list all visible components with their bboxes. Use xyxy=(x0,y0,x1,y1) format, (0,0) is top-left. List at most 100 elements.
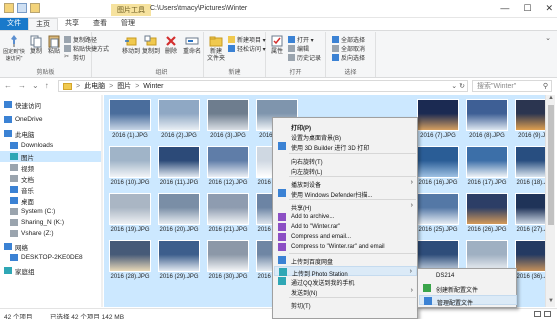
pin-quick-access-button[interactable]: 固定到"快速访问" xyxy=(2,34,26,63)
copy-to-button[interactable]: 复制到 xyxy=(142,34,160,56)
context-menu-item[interactable]: 使用 Windows Defender扫描... xyxy=(274,188,417,199)
maximize-button[interactable]: ☐ xyxy=(523,3,531,14)
copy-button[interactable]: 复制 xyxy=(28,34,44,56)
close-button[interactable]: ✕ xyxy=(545,3,553,14)
file-item[interactable]: 2016 (7).JPG xyxy=(414,97,462,144)
search-input[interactable]: 搜索"Winter" ⚲ xyxy=(472,80,552,92)
context-menu-item[interactable]: DS214 xyxy=(419,271,517,281)
properties-button[interactable]: 属性 xyxy=(268,34,286,56)
context-menu-item[interactable]: 打印(P) xyxy=(274,121,417,132)
ribbon-expand-icon[interactable]: ⌄ xyxy=(545,34,551,42)
folder-icon[interactable] xyxy=(4,3,14,13)
nav-item[interactable]: System (C:) xyxy=(0,206,101,217)
nav-item[interactable]: OneDrive xyxy=(0,114,101,125)
file-item[interactable]: 2016 (3).JPG xyxy=(204,97,252,144)
file-item[interactable]: 2016 (26).JPG xyxy=(463,191,511,238)
open-button[interactable]: 打开 ▾ xyxy=(288,35,314,44)
context-menu-item[interactable]: 向左旋转(L) xyxy=(274,165,417,176)
nav-item[interactable]: Downloads xyxy=(0,140,101,151)
context-menu-item[interactable]: Compress to "Winter.rar" and email xyxy=(274,242,417,252)
forward-button[interactable]: → xyxy=(18,81,26,90)
file-item[interactable]: 2016 (8).JPG xyxy=(463,97,511,144)
new-folder-icon[interactable] xyxy=(30,3,40,13)
file-item[interactable]: 2016 (28).JPG xyxy=(106,238,154,285)
move-to-button[interactable]: 移动到 xyxy=(122,34,140,56)
navigation-pane-scrollbar[interactable] xyxy=(101,95,103,307)
refresh-button[interactable]: ⌄ ↻ xyxy=(451,82,465,90)
breadcrumb-this-pc[interactable]: 此电脑 xyxy=(84,81,105,91)
minimize-button[interactable]: — xyxy=(500,3,509,14)
context-menu-item[interactable]: Add to "Winter.rar" xyxy=(274,222,417,232)
file-item[interactable]: 2016 (16).JPG xyxy=(414,144,462,191)
file-item[interactable]: 2016 (2).JPG xyxy=(155,97,203,144)
context-menu-item[interactable]: 上传到 Photo Station › xyxy=(274,265,417,278)
file-item[interactable]: 2016 (29).JPG xyxy=(155,238,203,285)
delete-button[interactable]: 删除 xyxy=(162,34,180,56)
nav-item[interactable]: 家庭组 xyxy=(0,265,101,276)
nav-item[interactable]: 图片 xyxy=(0,151,101,162)
context-menu-item[interactable]: 通过QQ发送到我的手机 xyxy=(274,276,417,287)
select-none-button[interactable]: 全部取消 xyxy=(332,44,365,53)
file-item[interactable]: 2016 (20).JPG xyxy=(155,191,203,238)
file-item[interactable]: 2016 (25).JPG xyxy=(414,191,462,238)
properties-icon[interactable] xyxy=(17,3,27,13)
context-menu-item[interactable]: 共享(H) › xyxy=(274,201,417,212)
file-item[interactable]: 2016 (1).JPG xyxy=(106,97,154,144)
tab-share[interactable]: 共享 xyxy=(58,18,86,30)
nav-item[interactable]: 快速访问 xyxy=(0,99,101,110)
edit-button[interactable]: 编辑 xyxy=(288,44,309,53)
file-item[interactable]: 2016 (27).JPG xyxy=(512,191,545,238)
file-item[interactable]: 2016 (19).JPG xyxy=(106,191,154,238)
invert-selection-button[interactable]: 反向选择 xyxy=(332,53,365,62)
paste-button[interactable]: 粘贴 xyxy=(46,34,62,56)
content-scrollbar[interactable]: ▲ ▼ xyxy=(545,95,555,307)
context-menu-item[interactable]: 上传到百度网盘 xyxy=(274,255,417,266)
context-menu-item[interactable]: 使用 3D Builder 进行 3D 打印 xyxy=(274,141,417,152)
breadcrumb-winter[interactable]: Winter xyxy=(143,83,163,90)
scroll-down-arrow[interactable]: ▼ xyxy=(546,298,556,307)
context-menu-item[interactable]: 管理配置文件 xyxy=(419,295,517,307)
new-item-button[interactable]: 新建项目 ▾ xyxy=(228,35,266,44)
nav-item[interactable]: 文档 xyxy=(0,173,101,184)
tab-file[interactable]: 文件 xyxy=(0,18,28,30)
nav-item[interactable]: 桌面 xyxy=(0,195,101,206)
large-icons-view-button[interactable] xyxy=(544,311,551,317)
nav-item[interactable]: Sharing_N (K:) xyxy=(0,217,101,228)
select-all-button[interactable]: 全部选择 xyxy=(332,35,365,44)
easy-access-button[interactable]: 轻松访问 ▾ xyxy=(228,44,266,53)
scrollbar-thumb[interactable] xyxy=(548,105,554,225)
scroll-up-arrow[interactable]: ▲ xyxy=(546,95,556,104)
file-item[interactable]: 2016 (17).JPG xyxy=(463,144,511,191)
nav-item[interactable]: DESKTOP-2KE0DE8 xyxy=(0,252,101,263)
paste-shortcut-button[interactable]: 粘贴快捷方式 xyxy=(64,44,109,53)
address-bar[interactable]: > 此电脑 > 图片 > Winter ⌄ ↻ xyxy=(58,80,468,92)
nav-item[interactable]: Vshare (Z:) xyxy=(0,228,101,239)
copy-path-button[interactable]: 复制路径 xyxy=(64,35,97,44)
nav-item[interactable]: 此电脑 xyxy=(0,128,101,139)
context-menu-item[interactable]: Add to archive... xyxy=(274,212,417,222)
file-item[interactable]: 2016 (10).JPG xyxy=(106,144,154,191)
file-item[interactable]: 2016 (21).JPG xyxy=(204,191,252,238)
context-menu-item[interactable]: 创建新配置文件 xyxy=(419,283,517,294)
file-item[interactable]: 2016 (9).JPG xyxy=(512,97,545,144)
cut-button[interactable]: ✂ 剪切 xyxy=(64,53,85,62)
context-menu-item[interactable]: 向右旋转(T) xyxy=(274,155,417,166)
new-folder-button[interactable]: 新建 文件夹 xyxy=(206,34,226,63)
context-menu-item[interactable]: 剪切(T) xyxy=(274,299,417,310)
nav-item[interactable]: 音乐 xyxy=(0,184,101,195)
breadcrumb-pictures[interactable]: 图片 xyxy=(117,81,131,91)
file-item[interactable]: 2016 (12).JPG xyxy=(204,144,252,191)
file-item[interactable]: 2016 (30).JPG xyxy=(204,238,252,285)
tab-view[interactable]: 查看 xyxy=(86,18,114,30)
context-menu-item[interactable]: Compress and email... xyxy=(274,232,417,242)
context-menu-item[interactable]: 播放到设备 › xyxy=(274,178,417,189)
up-button[interactable]: ↑ xyxy=(45,81,49,90)
context-menu-item[interactable]: 设置为桌面背景(B) xyxy=(274,131,417,142)
nav-item[interactable]: 网络 xyxy=(0,241,101,252)
recent-dropdown-button[interactable]: ⌄ xyxy=(32,81,39,90)
nav-item[interactable]: 视频 xyxy=(0,162,101,173)
file-item[interactable]: 2016 (18).JPG xyxy=(512,144,545,191)
back-button[interactable]: ← xyxy=(4,81,12,90)
rename-button[interactable]: 重命名 xyxy=(182,34,202,56)
context-menu-item[interactable]: 发送到(N) › xyxy=(274,286,417,297)
